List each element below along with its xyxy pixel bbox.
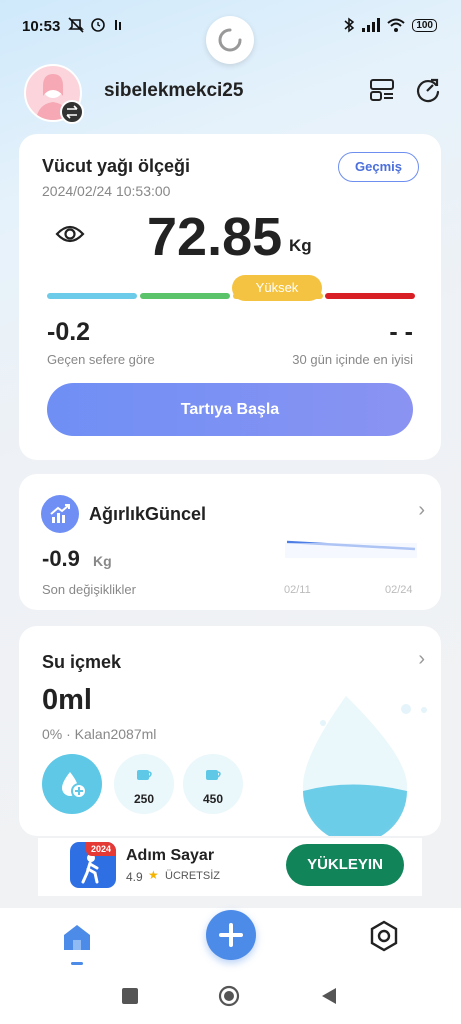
body-fat-title: Vücut yağı ölçeği (42, 156, 191, 176)
notification-icons (68, 16, 148, 38)
ad-banner[interactable]: 2024 Adım Sayar 4.9 ★ ÜCRETSİZ YÜKLEYIN (38, 838, 422, 896)
water-add-icon (62, 772, 87, 799)
chart-x-start: 02/11 (284, 584, 311, 596)
water-card-title: Su içmek (42, 652, 122, 672)
quick-add-250-button[interactable]: 250 (114, 754, 174, 814)
quick-add-450-button[interactable]: 450 (183, 754, 243, 814)
status-time: 10:53 (22, 18, 61, 35)
cup-icon (137, 770, 152, 780)
weight-unit: Kg (289, 236, 312, 255)
best-value: - - (389, 318, 413, 346)
weight-change-unit: Kg (93, 553, 112, 569)
plus-icon (219, 923, 243, 947)
device-list-icon (370, 79, 394, 101)
measurement-datetime: 2024/02/24 10:53:00 (42, 183, 171, 199)
nav-home[interactable] (60, 920, 94, 954)
system-navigation-bar (0, 972, 461, 1024)
chevron-right-icon: › (418, 648, 425, 670)
quick-add-amount: 250 (133, 792, 155, 806)
username: sibelekmekci25 (104, 80, 244, 101)
history-button[interactable]: Geçmiş (338, 152, 419, 182)
scale-bar-normal (140, 293, 230, 299)
level-badge: Yüksek (232, 275, 322, 301)
eye-icon (55, 225, 85, 243)
weight-trend-line (285, 540, 417, 558)
refresh-icon (218, 28, 242, 52)
ad-app-name: Adım Sayar (126, 847, 215, 864)
ad-price: ÜCRETSİZ (165, 870, 220, 882)
best-label: 30 gün içinde en iyisi (292, 352, 413, 367)
water-drop-illustration (303, 696, 427, 836)
water-summary: 0% · Kalan2087ml (42, 726, 157, 742)
star-icon: ★ (148, 868, 159, 882)
back-triangle-icon (322, 988, 336, 1004)
add-record-button[interactable] (206, 910, 256, 960)
quick-add-amount: 450 (202, 792, 224, 806)
water-amount: 0ml (42, 684, 92, 716)
install-button[interactable]: YÜKLEYIN (286, 844, 404, 886)
change-value: -0.2 (47, 318, 91, 346)
back-button[interactable] (320, 986, 338, 1006)
chart-x-end: 02/24 (385, 584, 413, 596)
ad-app-icon: 2024 (70, 842, 116, 888)
trend-icon (41, 495, 79, 533)
add-water-button[interactable] (42, 754, 102, 814)
notification-icons-svg (68, 17, 121, 33)
refresh-spinner (206, 16, 254, 64)
system-indicators: 100 (343, 17, 437, 33)
ad-rating: 4.9 (126, 870, 143, 884)
switch-user-icon[interactable] (60, 100, 84, 124)
scale-bar-very-high (325, 293, 415, 299)
weight-card[interactable]: AğırlıkGüncel › -0.9 Kg Son değişiklikle… (19, 474, 441, 610)
nav-settings[interactable] (366, 918, 402, 954)
body-fat-card: Vücut yağı ölçeği Geçmiş 2024/02/24 10:5… (19, 134, 441, 460)
wifi-icon (387, 18, 405, 32)
bottom-nav (0, 908, 461, 972)
sync-icon (416, 78, 440, 103)
start-weighing-button[interactable]: Tartıya Başla (47, 383, 413, 436)
water-card[interactable]: Su içmek › 0ml 0% · Kalan2087ml 250 450 (19, 626, 441, 836)
home-icon (64, 925, 90, 950)
weight-card-title: AğırlıkGüncel (89, 504, 207, 524)
weight-change-value: -0.9 (42, 546, 80, 571)
nav-home-indicator (71, 962, 83, 965)
signal-icon (362, 18, 381, 32)
sync-button[interactable] (414, 76, 442, 104)
ad-app-badge: 2024 (86, 842, 116, 856)
scale-bar-low (47, 293, 137, 299)
bluetooth-icon (344, 17, 355, 33)
settings-icon (370, 920, 398, 952)
home-circle-icon (218, 985, 240, 1007)
change-label: Geçen sefere göre (47, 352, 155, 367)
weight-value: 72.85 (147, 207, 283, 267)
toggle-visibility-button[interactable] (55, 222, 85, 246)
home-button[interactable] (218, 985, 240, 1007)
cup-icon (206, 770, 221, 780)
weight-change-label: Son değişiklikler (42, 582, 136, 597)
recents-button[interactable] (122, 988, 138, 1004)
chevron-right-icon: › (418, 499, 425, 521)
battery-icon: 100 (412, 18, 437, 32)
device-manage-button[interactable] (368, 76, 396, 104)
